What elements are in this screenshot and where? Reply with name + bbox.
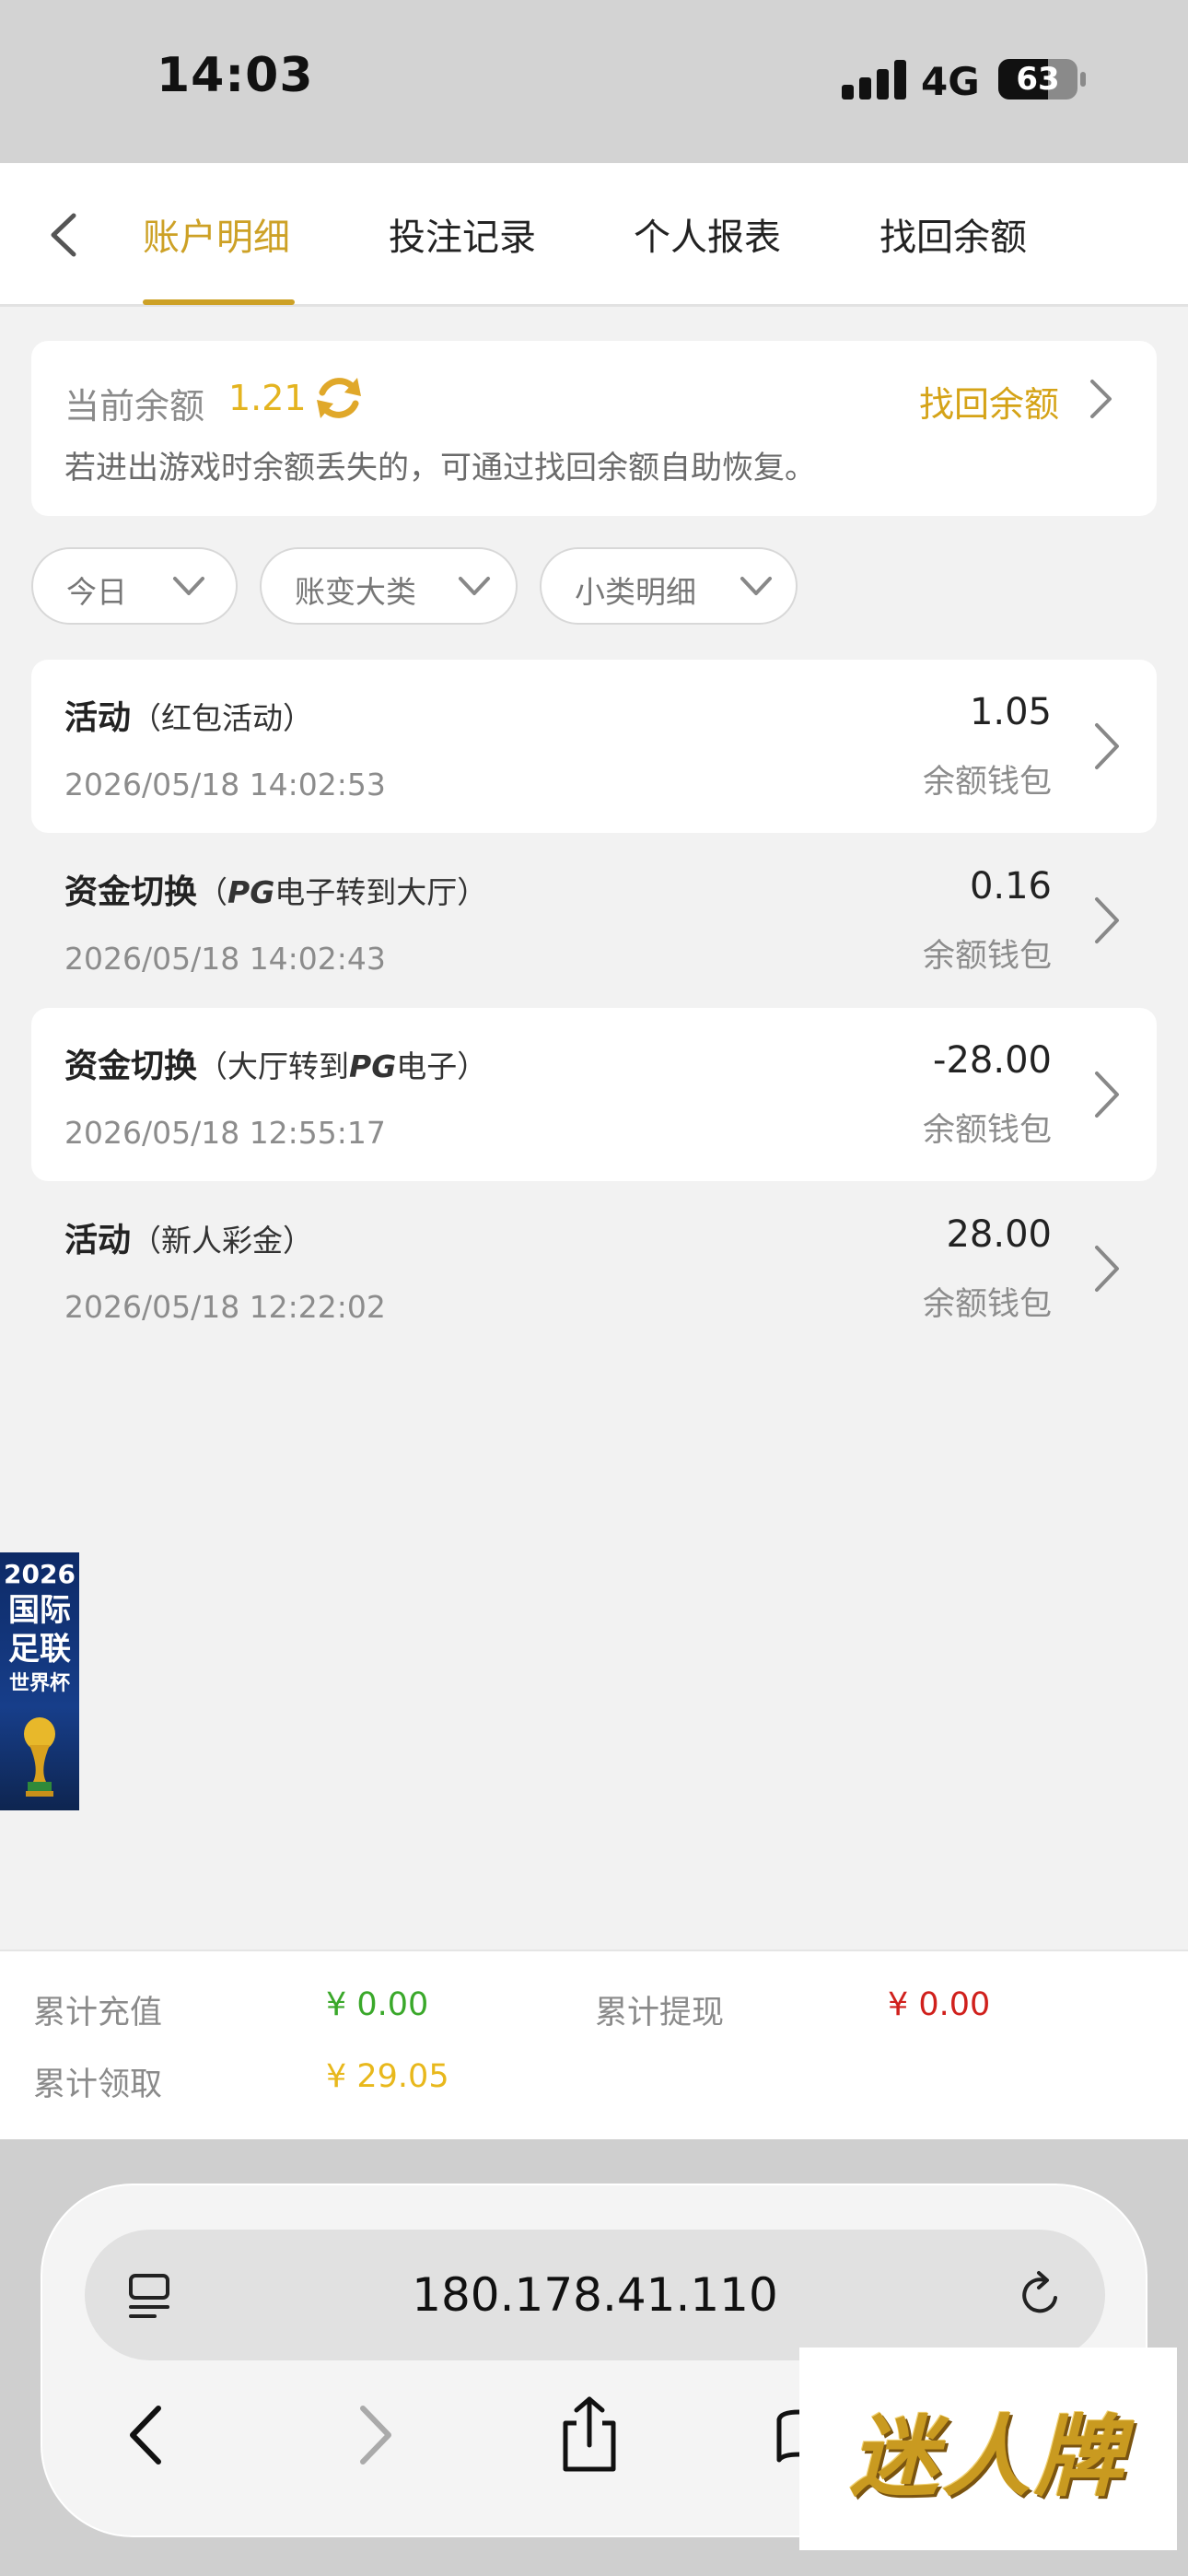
address-bar[interactable]: 180.178.41.110 — [85, 2230, 1105, 2360]
record-time: 2026/05/18 14:02:53 — [64, 767, 386, 802]
filter-subcategory-label: 小类明细 — [575, 574, 696, 610]
cellular-signal-icon — [842, 59, 906, 100]
recover-balance-link[interactable]: 找回余额 — [919, 376, 1059, 427]
record-title: 活动（新人彩金） — [64, 1222, 314, 1259]
tab-recover-balance[interactable]: 找回余额 — [879, 163, 1027, 304]
chevron-right-icon — [1095, 897, 1119, 943]
chevron-down-icon — [459, 577, 490, 595]
pg-brand: PG — [349, 1048, 397, 1084]
balance-value: 1.21 — [228, 378, 307, 418]
chevron-right-icon — [1095, 1071, 1119, 1118]
chevron-right-icon — [1095, 1246, 1119, 1292]
battery-cap — [1080, 72, 1086, 87]
filter-date[interactable]: 今日 — [31, 547, 238, 625]
filter-category[interactable]: 账变大类 — [260, 547, 518, 625]
battery-icon: 63 — [998, 59, 1077, 100]
world-cup-banner[interactable]: 2026 国际 足联 世界杯 — [0, 1552, 79, 1810]
claimed-label: 累计领取 — [33, 2067, 163, 2103]
record-wallet: 余额钱包 — [922, 1112, 1052, 1149]
tab-account-details[interactable]: 账户明细 — [143, 163, 290, 304]
claimed-value: ¥ 29.05 — [326, 2058, 449, 2095]
pg-brand: PG — [227, 874, 275, 910]
record-time: 2026/05/18 12:22:02 — [64, 1289, 386, 1325]
network-type: 4G — [921, 59, 980, 104]
list-item[interactable]: 活动（新人彩金） 28.00 2026/05/18 12:22:02 余额钱包 — [31, 1182, 1157, 1355]
summary-panel: 累计充值 ¥ 0.00 累计提现 ¥ 0.00 累计领取 ¥ 29.05 — [0, 1950, 1188, 2139]
reload-icon[interactable] — [1017, 2270, 1065, 2320]
record-wallet: 余额钱包 — [922, 764, 1052, 801]
record-title: 资金切换（PG电子转到大厅） — [64, 873, 488, 911]
status-time: 14:03 — [157, 48, 314, 103]
list-item[interactable]: 资金切换（大厅转到PG电子） -28.00 2026/05/18 12:55:1… — [31, 1008, 1157, 1181]
page-header: 账户明细 投注记录 个人报表 找回余额 — [0, 163, 1188, 307]
record-wallet: 余额钱包 — [922, 938, 1052, 975]
filter-subcategory[interactable]: 小类明细 — [540, 547, 798, 625]
balance-tip: 若进出游戏时余额丢失的，可通过找回余额自助恢复。 — [64, 450, 816, 486]
share-icon[interactable] — [558, 2395, 621, 2473]
refresh-icon[interactable] — [311, 370, 367, 426]
balance-card: 当前余额 1.21 找回余额 若进出游戏时余额丢失的，可通过找回余额自助恢复。 — [31, 341, 1157, 516]
browser-back-icon[interactable] — [127, 2405, 164, 2465]
record-wallet: 余额钱包 — [922, 1286, 1052, 1323]
record-amount: 0.16 — [969, 865, 1052, 907]
record-amount: 28.00 — [946, 1213, 1052, 1256]
tab-personal-report[interactable]: 个人报表 — [634, 163, 781, 304]
withdraw-label: 累计提现 — [595, 1995, 725, 2032]
active-tab-indicator — [143, 299, 295, 305]
banner-line2: 足联 — [8, 1631, 71, 1668]
banner-year: 2026 — [4, 1559, 76, 1589]
record-time: 2026/05/18 14:02:43 — [64, 941, 386, 977]
back-button[interactable] — [26, 198, 99, 272]
recharge-label: 累计充值 — [33, 1995, 163, 2032]
browser-forward-icon[interactable] — [357, 2405, 394, 2465]
recharge-value: ¥ 0.00 — [326, 1986, 429, 2023]
watermark-logo: 迷人牌 — [799, 2348, 1177, 2550]
watermark-text: 迷人牌 — [850, 2405, 1126, 2509]
chevron-right-icon — [1095, 723, 1119, 769]
chevron-left-icon — [51, 213, 76, 257]
record-amount: 1.05 — [969, 691, 1052, 733]
trophy-icon — [24, 1717, 55, 1797]
banner-line1: 国际 — [8, 1592, 71, 1629]
tab-bet-records[interactable]: 投注记录 — [389, 163, 536, 304]
banner-line3: 世界杯 — [8, 1672, 70, 1695]
list-item[interactable]: 资金切换（PG电子转到大厅） 0.16 2026/05/18 14:02:43 … — [31, 834, 1157, 1007]
record-title: 资金切换（大厅转到PG电子） — [64, 1048, 488, 1085]
list-item[interactable]: 活动（红包活动） 1.05 2026/05/18 14:02:53 余额钱包 — [31, 660, 1157, 833]
record-title: 活动（红包活动） — [64, 699, 314, 737]
balance-label: 当前余额 — [64, 386, 205, 427]
chevron-down-icon — [740, 577, 772, 595]
battery-percent: 63 — [1016, 61, 1060, 98]
filter-category-label: 账变大类 — [295, 574, 416, 610]
status-bar: 14:03 4G 63 — [0, 0, 1188, 163]
record-time: 2026/05/18 12:55:17 — [64, 1115, 386, 1151]
chevron-right-icon[interactable] — [1087, 378, 1114, 420]
filter-date-label: 今日 — [66, 574, 127, 610]
url-text[interactable]: 180.178.41.110 — [85, 2268, 1105, 2322]
withdraw-value: ¥ 0.00 — [888, 1986, 991, 2023]
chevron-down-icon — [173, 577, 204, 595]
record-amount: -28.00 — [933, 1039, 1052, 1082]
